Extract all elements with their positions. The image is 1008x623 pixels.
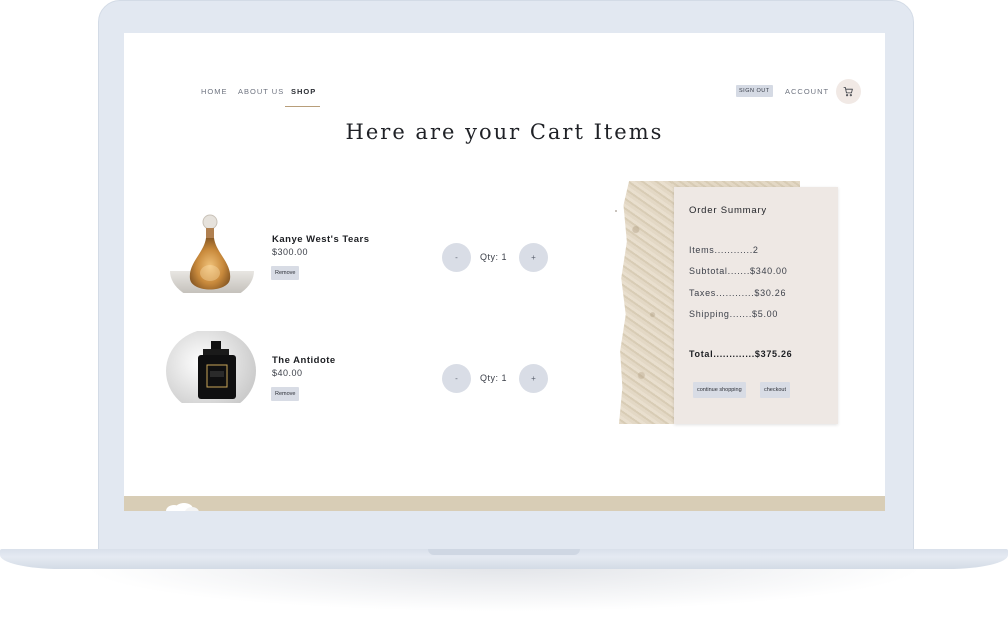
summary-items-line: Items............2 [689,245,759,255]
laptop-shadow [80,566,928,612]
cart-item-price: $40.00 [272,368,303,378]
order-summary-title: Order Summary [689,205,767,216]
laptop-notch [428,549,580,555]
decorative-dot [615,210,617,212]
nav-about-link[interactable]: ABOUT US [238,87,284,96]
qty-label: Qty: 1 [480,373,508,383]
continue-shopping-button[interactable]: continue shopping [693,382,746,398]
torn-paper-decoration [619,181,675,424]
flower-decoration-icon [166,503,199,511]
footer-band [124,496,885,511]
increase-qty-button[interactable]: + [519,243,548,272]
summary-taxes-line: Taxes............$30.26 [689,288,787,298]
nav-shop-link[interactable]: SHOP [291,87,316,96]
summary-shipping-line: Shipping.......$5.00 [689,309,779,319]
decrease-qty-button[interactable]: - [442,243,471,272]
order-summary-card: Order Summary Items............2 Subtota… [674,187,838,424]
nav-active-underline [285,106,320,107]
summary-total-line: Total.............$375.26 [689,349,793,359]
remove-item-button[interactable]: Remove [271,387,300,401]
browser-screen: HOME ABOUT US SHOP SIGN OUT ACCOUNT Here… [124,33,885,511]
account-link[interactable]: ACCOUNT [785,87,829,96]
cart-item-name: Kanye West's Tears [272,234,370,245]
summary-subtotal-line: Subtotal.......$340.00 [689,266,788,276]
decrease-qty-button[interactable]: - [442,364,471,393]
page-title: Here are your Cart Items [345,120,664,144]
increase-qty-button[interactable]: + [519,364,548,393]
sign-out-button[interactable]: SIGN OUT [736,85,773,97]
remove-item-button[interactable]: Remove [271,266,300,280]
checkout-button[interactable]: checkout [760,382,791,398]
cart-item-price: $300.00 [272,247,309,257]
product-image-black-perfume [166,331,256,403]
qty-label: Qty: 1 [480,252,508,262]
shopping-cart-icon [843,86,853,97]
product-image-perfume-bottle [168,213,256,293]
cart-button[interactable] [836,79,861,104]
cart-item-name: The Antidote [272,355,336,366]
nav-home-link[interactable]: HOME [201,87,228,96]
